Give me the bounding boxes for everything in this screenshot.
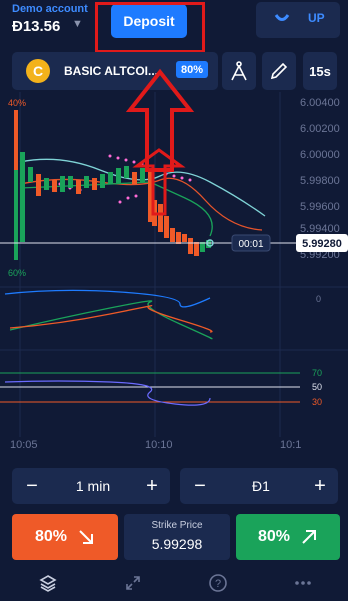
draw-button[interactable]	[262, 52, 296, 90]
trade-down-button[interactable]: 80%	[12, 514, 118, 560]
candle	[60, 176, 65, 192]
account-balance[interactable]: Đ13.56	[12, 18, 60, 35]
candle	[92, 178, 97, 190]
candle	[188, 238, 193, 254]
chevron-down-icon[interactable]: ▼	[72, 18, 83, 30]
up-button-label[interactable]: UP	[308, 11, 325, 25]
arrow-down-right-icon	[79, 530, 94, 544]
time-tick: 10:1	[280, 439, 301, 451]
strike-price-value: 5.99298	[151, 536, 203, 552]
countdown-timer: 00:01	[238, 239, 263, 250]
rsi-level-70: 70	[312, 368, 322, 378]
candle	[176, 232, 181, 244]
sentiment-up-label: 60%	[8, 268, 26, 278]
coin-c-icon: C	[26, 59, 50, 83]
candle	[100, 174, 105, 188]
duration-value[interactable]: 1 min	[50, 468, 136, 504]
svg-text:?: ?	[215, 578, 221, 590]
macd-zero-label: 0	[316, 294, 321, 304]
more-icon[interactable]	[288, 570, 318, 596]
arrow-down-icon[interactable]	[270, 10, 294, 26]
help-icon[interactable]: ?	[203, 570, 233, 596]
annotation-arrow	[125, 68, 195, 172]
compass-icon	[231, 61, 247, 81]
amount-value[interactable]: Đ1	[218, 468, 304, 504]
time-tick: 10:05	[10, 439, 38, 451]
duration-plus-button[interactable]: +	[134, 468, 170, 504]
pencil-icon	[270, 62, 288, 80]
candle	[84, 176, 89, 188]
trade-up-payout: 80%	[257, 528, 291, 545]
candle	[44, 178, 49, 190]
amount-minus-button[interactable]: −	[182, 468, 218, 504]
expand-icon[interactable]	[118, 570, 148, 596]
candle	[158, 204, 163, 232]
highlight-box	[95, 2, 205, 53]
current-price-label: 5.99280	[302, 238, 342, 250]
price-tick: 5.99600	[300, 201, 340, 213]
candle	[164, 216, 169, 238]
direction-toggle[interactable]	[256, 2, 340, 38]
timeframe-label: 15s	[309, 63, 331, 79]
candle	[28, 167, 33, 182]
price-tick: 5.99400	[300, 223, 340, 235]
amount-plus-button[interactable]: +	[302, 468, 338, 504]
arrow-up-right-icon	[302, 530, 317, 544]
candle	[108, 172, 113, 184]
price-tick: 6.00400	[300, 97, 340, 109]
strike-price-label: Strike Price	[151, 520, 203, 531]
indicators-button[interactable]	[222, 52, 256, 90]
candle	[68, 176, 73, 188]
candle	[20, 152, 25, 242]
duration-minus-button[interactable]: −	[14, 468, 50, 504]
timeframe-button[interactable]: 15s	[303, 52, 337, 90]
price-tick: 6.00000	[300, 149, 340, 161]
price-tick: 5.99800	[300, 175, 340, 187]
trade-down-payout: 80%	[34, 528, 68, 545]
candle	[36, 174, 41, 196]
sentiment-down-label: 40%	[8, 98, 26, 108]
candle	[170, 228, 175, 242]
trade-up-button[interactable]: 80%	[236, 514, 340, 560]
account-type-label[interactable]: Demo account	[12, 3, 88, 15]
candle	[52, 180, 57, 192]
candle	[194, 242, 199, 256]
candle	[76, 180, 81, 194]
price-tick: 6.00200	[300, 123, 340, 135]
layers-icon[interactable]	[33, 570, 63, 596]
time-tick: 10:10	[145, 439, 173, 451]
rsi-level-50: 50	[312, 382, 322, 392]
rsi-level-30: 30	[312, 397, 322, 407]
candle	[182, 234, 187, 242]
